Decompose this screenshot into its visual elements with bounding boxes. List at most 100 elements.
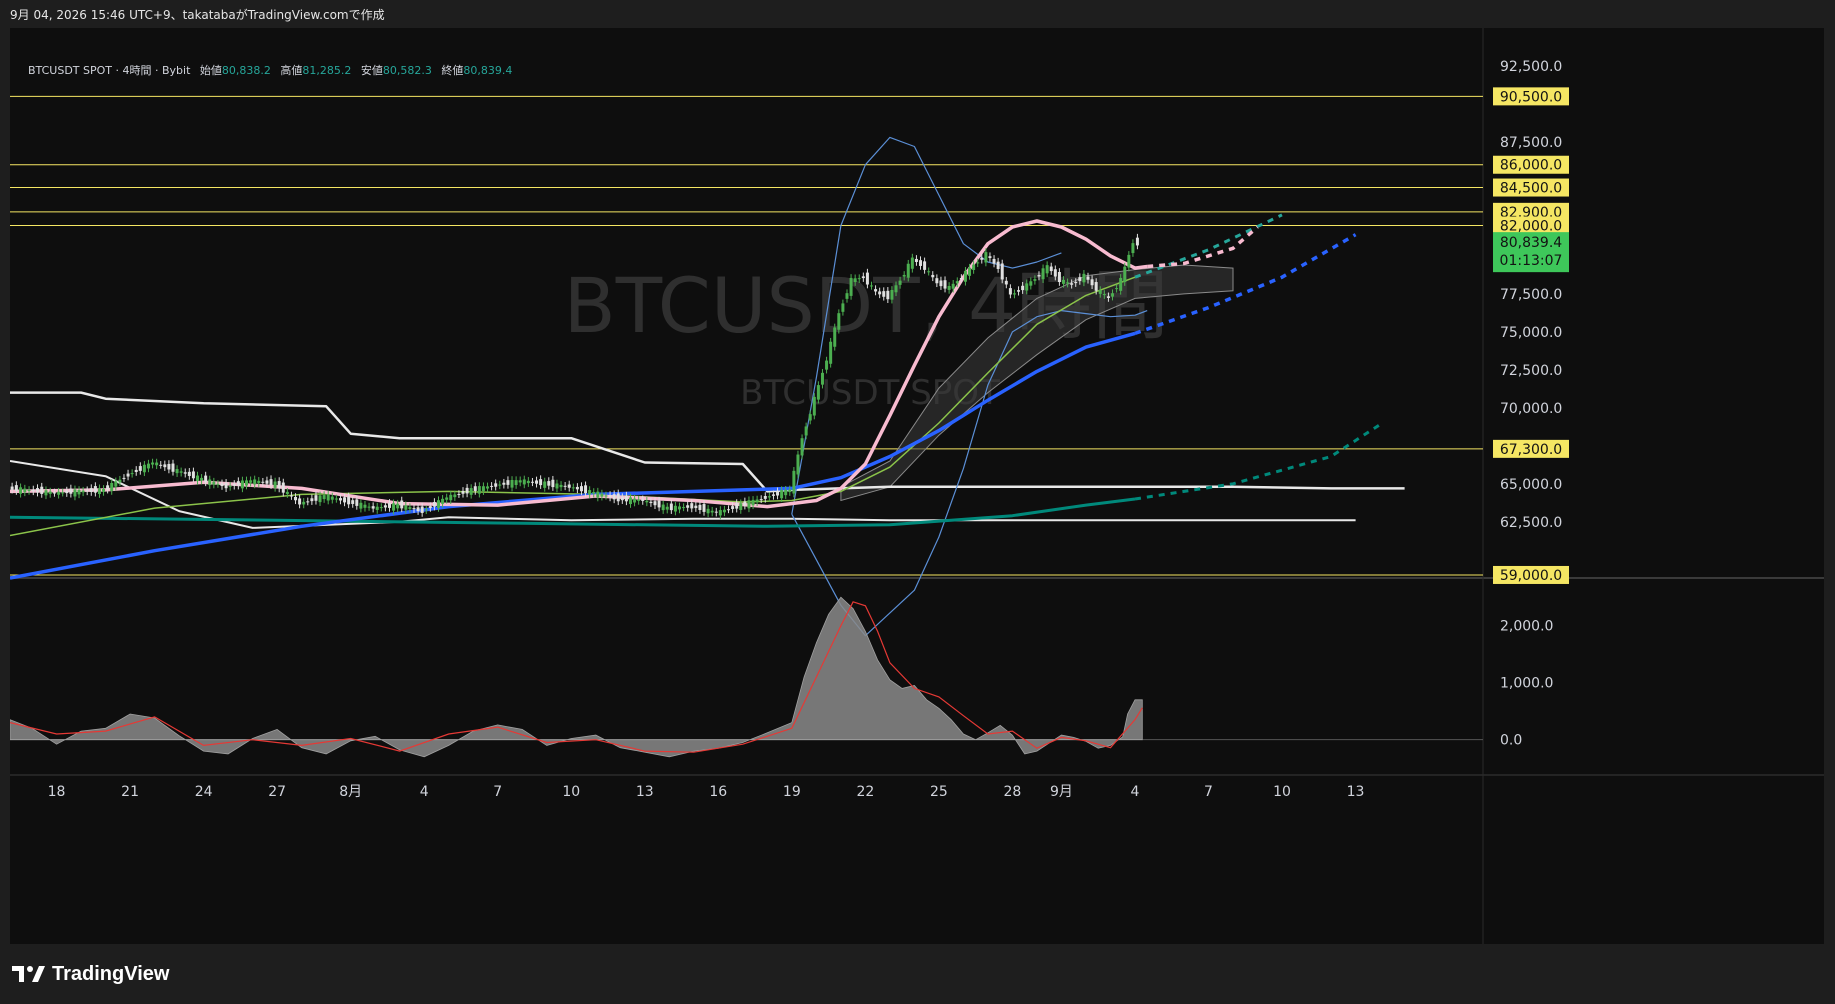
candle-body	[841, 303, 845, 312]
candle-body	[138, 466, 142, 471]
price-tick-label: 70,000.0	[1500, 401, 1562, 417]
candle-body	[551, 479, 555, 488]
price-tick-label: 62,500.0	[1500, 515, 1562, 531]
candle-body	[396, 503, 400, 509]
candle-body	[882, 291, 886, 297]
candle-body	[575, 486, 579, 490]
candle-body	[142, 464, 146, 473]
candle-body	[265, 480, 269, 484]
candle-body	[927, 271, 931, 273]
candle-body	[600, 493, 604, 497]
candle-body	[641, 499, 645, 501]
candle-body	[829, 341, 833, 364]
candle-body	[314, 495, 318, 501]
candle-body	[232, 484, 236, 486]
candle-body	[1127, 254, 1131, 268]
oscillator-area	[10, 596, 1143, 758]
tradingview-logo[interactable]: TradingView	[12, 962, 169, 986]
countdown-label: 01:13:07	[1500, 253, 1563, 269]
candle-body	[253, 479, 257, 485]
candle-body	[1135, 237, 1139, 246]
candle-body	[40, 486, 44, 494]
candle-body	[812, 396, 816, 416]
candle-body	[281, 482, 285, 493]
candle-body	[567, 484, 571, 488]
candle-body	[285, 491, 289, 495]
price-axis[interactable]: 92,500.0 87,500.0 77,500.0 75,000.0 72,500.0…	[1493, 59, 1569, 584]
candle-body	[669, 503, 673, 511]
time-tick-label: 21	[121, 784, 139, 800]
candle-body	[1012, 293, 1016, 295]
time-tick-label: 22	[856, 784, 874, 800]
candle-body	[31, 489, 35, 492]
candle-body	[853, 278, 857, 283]
white-lower-line	[10, 460, 1356, 529]
candle-body	[81, 490, 85, 493]
candle-body	[914, 258, 918, 262]
candle-body	[637, 499, 641, 501]
candle-body	[510, 480, 514, 488]
symbol-legend: BTCUSDT SPOT · 4時間 · Bybit 始値80,838.2 高値…	[28, 62, 512, 78]
brand-name: TradingView	[52, 962, 170, 985]
candle-body	[616, 493, 620, 502]
time-axis[interactable]: 18 21 24 27 8月 4 7 10 13 16 19 22 25 28 9月 4 7 10 13	[48, 784, 1365, 800]
candle-body	[931, 274, 935, 278]
candle-body	[955, 281, 959, 284]
tradingview-logo-icon	[12, 966, 45, 982]
candle-body	[1021, 285, 1025, 291]
chart-canvas[interactable]: BTCUSDT, 4時間 BTCUSDT SPOT 2,000.01,000.0…	[10, 28, 1824, 944]
candle-body	[996, 261, 1000, 269]
candle-body	[61, 492, 65, 494]
candle-body	[596, 491, 600, 498]
candle-body	[334, 498, 338, 500]
candle-body	[530, 481, 534, 483]
candle-body	[220, 483, 224, 487]
candle-body	[579, 486, 583, 492]
time-tick-label: 7	[493, 784, 502, 800]
chart-frame[interactable]: BTCUSDT, 4時間 BTCUSDT SPOT 2,000.0 1,000.0…	[10, 28, 1824, 944]
candle-body	[502, 482, 506, 485]
candle-body	[796, 454, 800, 475]
candle-body	[73, 489, 77, 497]
candle-body	[179, 471, 183, 473]
candle-body	[1066, 282, 1070, 284]
candle-body	[959, 277, 963, 279]
candle-body	[473, 486, 477, 491]
candle-body	[1053, 269, 1057, 277]
candle-body	[1033, 279, 1037, 281]
oscillator-pane: 2,000.0 1,000.0 0.0	[10, 596, 1553, 758]
candle-body	[1119, 277, 1123, 291]
candle-body	[14, 485, 18, 492]
candle-body	[686, 505, 690, 508]
candle-body	[539, 479, 543, 486]
time-tick-label: 27	[268, 784, 286, 800]
candle-body	[653, 501, 657, 506]
candle-body	[343, 497, 347, 503]
candle-body	[146, 463, 150, 469]
candle-body	[763, 496, 767, 499]
candle-body	[604, 495, 608, 497]
candle-body	[837, 313, 841, 330]
candle-body	[257, 480, 261, 484]
candle-body	[755, 499, 759, 503]
candle-body	[849, 277, 853, 296]
candle-body	[1106, 296, 1110, 298]
candle-body	[673, 505, 677, 512]
candle-body	[191, 471, 195, 479]
candle-body	[404, 505, 408, 510]
low-label: 安値	[360, 64, 383, 77]
candle-body	[89, 488, 93, 493]
level-tag-label: 59,000.0	[1500, 568, 1562, 584]
candle-body	[649, 501, 653, 504]
price-tick-label: 77,500.0	[1500, 287, 1562, 303]
candle-body	[682, 507, 686, 509]
time-tick-label: 18	[48, 784, 66, 800]
level-tag-label: 82,000.0	[1500, 219, 1562, 235]
time-tick-label: 7	[1204, 784, 1213, 800]
candle-body	[563, 485, 567, 487]
time-tick-label: 9月	[1050, 784, 1073, 800]
candle-body	[698, 504, 702, 510]
candle-body	[661, 504, 665, 511]
candle-body	[122, 477, 126, 479]
candle-body	[23, 488, 27, 493]
